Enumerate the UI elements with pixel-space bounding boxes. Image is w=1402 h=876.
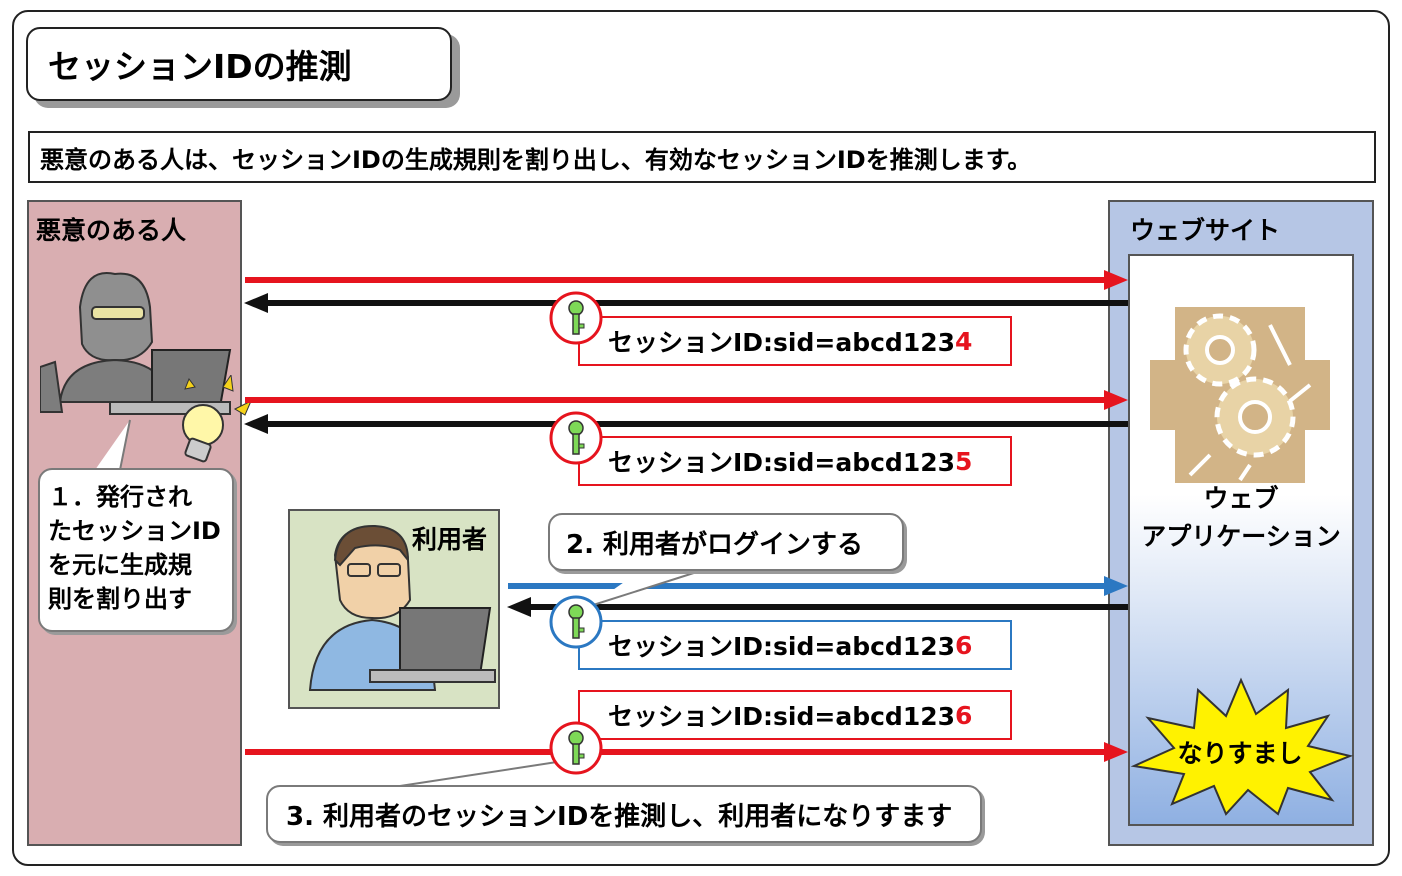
step3-callout: 3. 利用者のセッションIDを推測し、利用者になりすます <box>266 785 982 843</box>
session-id-suffix: 4 <box>955 326 973 356</box>
step1-line: 則を割り出す <box>48 585 192 613</box>
user-request-arrow <box>508 576 1128 596</box>
step2-callout: 2. 利用者がログインする <box>548 513 904 571</box>
step1-line: １．発行され <box>48 483 192 511</box>
session-id-suffix: 6 <box>955 700 973 730</box>
step1-line: を元に生成規 <box>48 551 192 579</box>
session-id-prefix: セッションID:sid=abcd123 <box>608 632 956 661</box>
spoof-label: なりすまし <box>1177 739 1303 768</box>
request-arrow-2 <box>245 390 1128 410</box>
session-id-box-1: セッションID:sid=abcd123 4 <box>578 316 1012 366</box>
response-arrow-1 <box>244 293 1128 313</box>
key-icon <box>549 721 603 775</box>
session-id-box-3: セッションID:sid=abcd123 6 <box>578 620 1012 670</box>
session-id-prefix: セッションID:sid=abcd123 <box>608 328 956 357</box>
session-id-box-2: セッションID:sid=abcd123 5 <box>578 436 1012 486</box>
session-id-suffix: 6 <box>955 630 973 660</box>
request-arrow-1 <box>245 270 1128 290</box>
response-arrow-2 <box>244 414 1128 434</box>
step3-pointer <box>330 759 571 787</box>
step1-pointer <box>95 419 131 471</box>
attack-request-arrow <box>245 742 1128 762</box>
step1-callout: １．発行され たセッションID を元に生成規 則を割り出す <box>38 468 234 632</box>
session-id-suffix: 5 <box>955 446 973 476</box>
key-icon <box>549 411 603 465</box>
step1-line: たセッションID <box>48 517 221 545</box>
session-id-box-4: セッションID:sid=abcd123 6 <box>578 690 1012 740</box>
session-id-prefix: セッションID:sid=abcd123 <box>608 448 956 477</box>
session-id-prefix: セッションID:sid=abcd123 <box>608 702 956 731</box>
key-icon <box>549 291 603 345</box>
key-icon <box>549 595 603 649</box>
